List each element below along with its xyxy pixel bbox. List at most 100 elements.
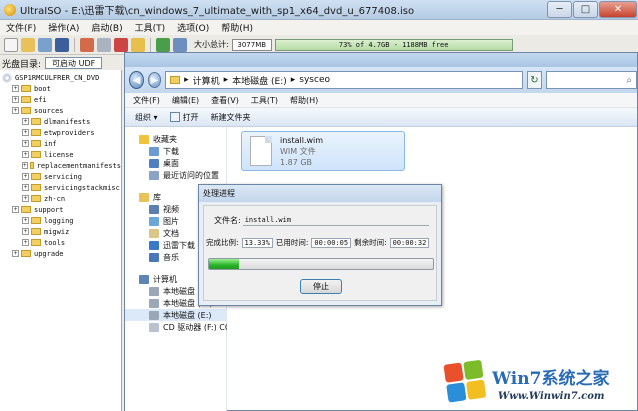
tree-item[interactable]: + servicingstackmisc xyxy=(0,182,121,193)
expand-toggle-icon[interactable]: + xyxy=(22,118,29,125)
save-icon[interactable] xyxy=(55,37,69,52)
explorer-menu-edit[interactable]: 编辑(E) xyxy=(172,95,199,106)
tree-item[interactable]: + migwiz xyxy=(0,226,121,237)
video-library-icon xyxy=(149,204,159,214)
tree-item-label: efi xyxy=(34,95,47,104)
search-input[interactable]: ⌕ xyxy=(545,71,637,89)
new-file-icon[interactable] xyxy=(4,37,18,52)
expand-toggle-icon[interactable]: + xyxy=(22,173,29,180)
breadcrumb-drive-e[interactable]: 本地磁盘 (E:) xyxy=(232,74,287,87)
extract-icon[interactable] xyxy=(38,37,52,52)
breadcrumb-sysceo[interactable]: sysceo xyxy=(299,75,330,85)
new-folder-button[interactable]: 新建文件夹 xyxy=(211,112,251,123)
forward-button[interactable]: ▶ xyxy=(147,72,162,88)
menu-help[interactable]: 帮助(H) xyxy=(221,21,253,34)
music-library-icon xyxy=(149,252,159,262)
chevron-right-icon: ▸ xyxy=(223,75,229,85)
folder-icon xyxy=(21,85,31,92)
expand-toggle-icon[interactable]: + xyxy=(22,162,28,169)
expand-toggle-icon[interactable]: + xyxy=(12,107,19,114)
tree-item[interactable]: + servicing xyxy=(0,171,121,182)
explorer-menu-file[interactable]: 文件(F) xyxy=(133,95,160,106)
tree-item[interactable]: + inf xyxy=(0,138,121,149)
expand-toggle-icon[interactable]: + xyxy=(22,151,29,158)
tree-item[interactable]: + upgrade xyxy=(0,248,121,259)
minimize-button[interactable]: ─ xyxy=(547,0,572,18)
tree-item[interactable]: + logging xyxy=(0,215,121,226)
percent-label: 完成比例: xyxy=(206,238,239,247)
organize-label: 组织 ▾ xyxy=(135,112,158,122)
tree-item[interactable]: + license xyxy=(0,149,121,160)
expand-toggle-icon[interactable]: + xyxy=(12,85,19,92)
maximize-button[interactable]: □ xyxy=(573,0,598,18)
expand-toggle-icon[interactable]: + xyxy=(22,217,29,224)
nav-item[interactable]: CD 驱动器 (F:) CCC xyxy=(125,321,236,333)
expand-toggle-icon[interactable]: + xyxy=(12,96,19,103)
tree-item[interactable]: + boot xyxy=(0,83,121,94)
expand-toggle-icon[interactable]: + xyxy=(22,184,29,191)
new-folder-label: 新建文件夹 xyxy=(210,112,251,122)
tree-item-label: GSP1RMCULFRER_CN_DVD xyxy=(15,73,100,82)
help-icon[interactable] xyxy=(173,37,187,52)
stop-button[interactable]: 停止 xyxy=(300,279,342,294)
cd-drive-icon xyxy=(149,322,159,332)
nav-item[interactable]: 收藏夹 xyxy=(125,133,226,145)
nav-item[interactable]: 最近访问的位置 xyxy=(125,169,226,181)
tree-item[interactable]: + tools xyxy=(0,237,121,248)
pictures-library-icon xyxy=(149,216,159,226)
explorer-menu-view[interactable]: 查看(V) xyxy=(211,95,239,106)
properties-icon[interactable] xyxy=(156,37,170,52)
expand-toggle-icon[interactable]: + xyxy=(22,228,29,235)
expand-toggle-icon[interactable]: + xyxy=(22,129,29,136)
folder-icon xyxy=(31,129,41,136)
chevron-right-icon: ▸ xyxy=(184,75,189,85)
expand-toggle-icon[interactable]: + xyxy=(22,140,29,147)
drive-e-icon xyxy=(149,310,159,320)
nav-item[interactable]: 下载 xyxy=(125,145,226,157)
open-button[interactable]: 打开 xyxy=(169,112,199,123)
tree-item[interactable]: + replacementmanifests xyxy=(0,160,121,171)
new-folder-icon[interactable] xyxy=(131,37,145,52)
menu-options[interactable]: 选项(O) xyxy=(177,21,209,34)
folder-icon xyxy=(21,206,31,213)
open-folder-icon[interactable] xyxy=(21,37,35,52)
search-icon: ⌕ xyxy=(626,74,632,86)
file-item-install-wim[interactable]: install.wim WIM 文件 1.87 GB xyxy=(241,131,405,171)
mount-icon[interactable] xyxy=(97,37,111,52)
delete-icon[interactable] xyxy=(114,37,128,52)
address-bar[interactable]: ▸ 计算机 ▸ 本地磁盘 (E:) ▸ sysceo xyxy=(165,71,524,89)
organize-button[interactable]: 组织 ▾ xyxy=(135,112,158,123)
nav-item[interactable]: 本地磁盘 (E:) xyxy=(125,309,226,321)
tree-item[interactable]: + efi xyxy=(0,94,121,105)
expand-toggle-icon[interactable]: + xyxy=(12,206,19,213)
tree-item[interactable]: GSP1RMCULFRER_CN_DVD xyxy=(0,72,121,83)
explorer-menu-help[interactable]: 帮助(H) xyxy=(290,95,318,106)
tree-item[interactable]: + sources xyxy=(0,105,121,116)
bootable-udf-button[interactable]: 可启动 UDF xyxy=(45,57,103,69)
watermark-url: Www.Winwin7.com xyxy=(498,391,605,402)
ultraiso-title: UltraISO - E:\迅雷下载\cn_windows_7_ultimate… xyxy=(20,6,415,17)
drive-d-icon xyxy=(149,298,159,308)
refresh-button[interactable]: ↻ xyxy=(527,71,542,89)
menu-file[interactable]: 文件(F) xyxy=(6,21,36,34)
menu-tools[interactable]: 工具(T) xyxy=(135,21,166,34)
tree-item-label: inf xyxy=(44,139,57,148)
menu-action[interactable]: 操作(A) xyxy=(48,21,79,34)
explorer-menu-tools[interactable]: 工具(T) xyxy=(251,95,278,106)
breadcrumb-computer[interactable]: 计算机 xyxy=(193,74,220,87)
back-button[interactable]: ◀ xyxy=(129,71,144,89)
tree-item[interactable]: + support xyxy=(0,204,121,215)
tree-item[interactable]: + dlmanifests xyxy=(0,116,121,127)
expand-toggle-icon[interactable]: + xyxy=(22,195,29,202)
folder-icon xyxy=(170,76,181,84)
windows-logo-icon xyxy=(443,359,488,404)
expand-toggle-icon[interactable]: + xyxy=(22,239,29,246)
close-button[interactable]: ✕ xyxy=(599,0,637,18)
expand-toggle-icon[interactable]: + xyxy=(12,250,19,257)
nav-item-label: 收藏夹 xyxy=(153,134,177,144)
nav-item[interactable]: 桌面 xyxy=(125,157,226,169)
tree-item[interactable]: + etwproviders xyxy=(0,127,121,138)
menu-boot[interactable]: 启动(B) xyxy=(91,21,122,34)
burn-icon[interactable] xyxy=(80,37,94,52)
tree-item[interactable]: + zh-cn xyxy=(0,193,121,204)
